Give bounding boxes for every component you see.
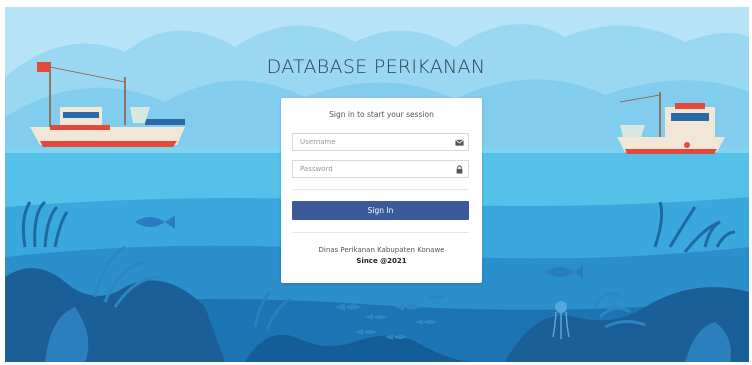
- divider: [292, 232, 469, 233]
- divider: [292, 189, 469, 190]
- envelope-icon: [455, 139, 464, 146]
- lock-icon: [456, 165, 463, 174]
- password-field[interactable]: [292, 160, 469, 178]
- password-input[interactable]: [293, 161, 453, 177]
- sign-in-button[interactable]: Sign In: [292, 201, 469, 220]
- username-field[interactable]: [292, 133, 469, 151]
- login-box: Sign in to start your session Sign In Di…: [281, 98, 482, 283]
- footer-organization: Dinas Perikanan Kabupaten Konawe: [318, 246, 445, 254]
- username-input[interactable]: [293, 134, 453, 150]
- login-message: Sign in to start your session: [329, 110, 434, 119]
- page-title: DATABASE PERIKANAN: [266, 56, 486, 78]
- footer-since: Since @2021: [356, 257, 407, 265]
